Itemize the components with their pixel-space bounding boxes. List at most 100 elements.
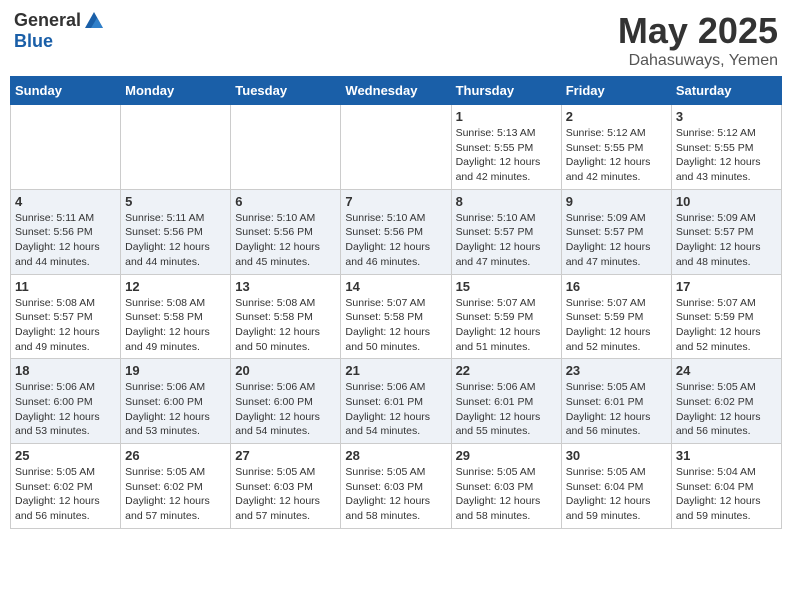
day-info: Sunrise: 5:05 AM Sunset: 6:04 PM Dayligh…	[566, 465, 667, 524]
day-info: Sunrise: 5:09 AM Sunset: 5:57 PM Dayligh…	[676, 211, 777, 270]
calendar-week-4: 18 Sunrise: 5:06 AM Sunset: 6:00 PM Dayli…	[11, 359, 782, 444]
day-info: Sunrise: 5:05 AM Sunset: 6:03 PM Dayligh…	[345, 465, 446, 524]
month-year: May 2025	[618, 10, 778, 52]
weekday-header-wednesday: Wednesday	[341, 77, 451, 105]
calendar-cell: 7 Sunrise: 5:10 AM Sunset: 5:56 PM Daylig…	[341, 189, 451, 274]
page-header: General Blue May 2025 Dahasuways, Yemen	[10, 10, 782, 70]
calendar-cell: 9Sunrise: 5:09 AM Sunset: 5:57 PM Daylig…	[561, 189, 671, 274]
calendar-cell: 26 Sunrise: 5:05 AM Sunset: 6:02 PM Dayli…	[121, 444, 231, 529]
day-number: 31	[676, 448, 777, 463]
day-number: 23	[566, 363, 667, 378]
logo: General Blue	[14, 10, 105, 52]
calendar-cell: 20Sunrise: 5:06 AM Sunset: 6:00 PM Dayli…	[231, 359, 341, 444]
day-info: Sunrise: 5:05 AM Sunset: 6:02 PM Dayligh…	[125, 465, 226, 524]
day-info: Sunrise: 5:12 AM Sunset: 5:55 PM Dayligh…	[676, 126, 777, 185]
calendar-cell: 6 Sunrise: 5:10 AM Sunset: 5:56 PM Daylig…	[231, 189, 341, 274]
calendar-cell: 4Sunrise: 5:11 AM Sunset: 5:56 PM Daylig…	[11, 189, 121, 274]
day-number: 5	[125, 194, 226, 209]
day-number: 26	[125, 448, 226, 463]
day-info: Sunrise: 5:06 AM Sunset: 6:00 PM Dayligh…	[15, 380, 116, 439]
weekday-header-tuesday: Tuesday	[231, 77, 341, 105]
day-number: 16	[566, 279, 667, 294]
title-section: May 2025 Dahasuways, Yemen	[618, 10, 778, 70]
day-number: 6	[235, 194, 336, 209]
day-info: Sunrise: 5:08 AM Sunset: 5:58 PM Dayligh…	[125, 296, 226, 355]
day-number: 29	[456, 448, 557, 463]
calendar-cell	[121, 105, 231, 190]
calendar-cell: 16 Sunrise: 5:07 AM Sunset: 5:59 PM Dayli…	[561, 274, 671, 359]
day-number: 2	[566, 109, 667, 124]
calendar-cell: 2 Sunrise: 5:12 AM Sunset: 5:55 PM Daylig…	[561, 105, 671, 190]
logo-icon	[83, 10, 105, 32]
day-info: Sunrise: 5:05 AM Sunset: 6:03 PM Dayligh…	[235, 465, 336, 524]
calendar-cell: 31 Sunrise: 5:04 AM Sunset: 6:04 PM Dayli…	[671, 444, 781, 529]
calendar-cell: 3Sunrise: 5:12 AM Sunset: 5:55 PM Daylig…	[671, 105, 781, 190]
day-number: 27	[235, 448, 336, 463]
day-number: 15	[456, 279, 557, 294]
day-info: Sunrise: 5:05 AM Sunset: 6:01 PM Dayligh…	[566, 380, 667, 439]
calendar-cell: 13 Sunrise: 5:08 AM Sunset: 5:58 PM Dayli…	[231, 274, 341, 359]
calendar-week-5: 25 Sunrise: 5:05 AM Sunset: 6:02 PM Dayli…	[11, 444, 782, 529]
day-number: 19	[125, 363, 226, 378]
day-number: 1	[456, 109, 557, 124]
day-info: Sunrise: 5:10 AM Sunset: 5:56 PM Dayligh…	[235, 211, 336, 270]
day-info: Sunrise: 5:07 AM Sunset: 5:58 PM Dayligh…	[345, 296, 446, 355]
day-number: 8	[456, 194, 557, 209]
day-info: Sunrise: 5:06 AM Sunset: 6:00 PM Dayligh…	[125, 380, 226, 439]
calendar-cell: 15 Sunrise: 5:07 AM Sunset: 5:59 PM Dayli…	[451, 274, 561, 359]
weekday-header-monday: Monday	[121, 77, 231, 105]
calendar-table: SundayMondayTuesdayWednesdayThursdayFrid…	[10, 76, 782, 529]
calendar-cell: 19 Sunrise: 5:06 AM Sunset: 6:00 PM Dayli…	[121, 359, 231, 444]
day-number: 30	[566, 448, 667, 463]
day-info: Sunrise: 5:07 AM Sunset: 5:59 PM Dayligh…	[676, 296, 777, 355]
day-number: 10	[676, 194, 777, 209]
weekday-header-row: SundayMondayTuesdayWednesdayThursdayFrid…	[11, 77, 782, 105]
day-number: 18	[15, 363, 116, 378]
calendar-cell: 25 Sunrise: 5:05 AM Sunset: 6:02 PM Dayli…	[11, 444, 121, 529]
calendar-week-3: 11Sunrise: 5:08 AM Sunset: 5:57 PM Dayli…	[11, 274, 782, 359]
weekday-header-sunday: Sunday	[11, 77, 121, 105]
location: Dahasuways, Yemen	[618, 52, 778, 70]
day-number: 13	[235, 279, 336, 294]
calendar-cell: 17 Sunrise: 5:07 AM Sunset: 5:59 PM Dayli…	[671, 274, 781, 359]
calendar-cell	[231, 105, 341, 190]
calendar-cell: 18 Sunrise: 5:06 AM Sunset: 6:00 PM Dayli…	[11, 359, 121, 444]
day-info: Sunrise: 5:05 AM Sunset: 6:03 PM Dayligh…	[456, 465, 557, 524]
day-info: Sunrise: 5:06 AM Sunset: 6:01 PM Dayligh…	[456, 380, 557, 439]
calendar-week-2: 4 Sunrise: 5:11 AM Sunset: 5:56 PM Daylig…	[11, 189, 782, 274]
day-number: 25	[15, 448, 116, 463]
day-number: 21	[345, 363, 446, 378]
day-info: Sunrise: 5:04 AM Sunset: 6:04 PM Dayligh…	[676, 465, 777, 524]
day-number: 4	[15, 194, 116, 209]
weekday-header-thursday: Thursday	[451, 77, 561, 105]
logo-blue: Blue	[14, 32, 105, 52]
calendar-cell	[11, 105, 121, 190]
weekday-header-friday: Friday	[561, 77, 671, 105]
day-info: Sunrise: 5:05 AM Sunset: 6:02 PM Dayligh…	[676, 380, 777, 439]
calendar-cell: 21 Sunrise: 5:06 AM Sunset: 6:01 PM Dayli…	[341, 359, 451, 444]
day-info: Sunrise: 5:06 AM Sunset: 6:01 PM Dayligh…	[345, 380, 446, 439]
calendar-cell: 30 Sunrise: 5:05 AM Sunset: 6:04 PM Dayli…	[561, 444, 671, 529]
day-number: 20	[235, 363, 336, 378]
day-info: Sunrise: 5:11 AM Sunset: 5:56 PM Dayligh…	[125, 211, 226, 270]
day-info: Sunrise: 5:08 AM Sunset: 5:58 PM Dayligh…	[235, 296, 336, 355]
logo-general: General	[14, 10, 105, 32]
calendar-cell: 29 Sunrise: 5:05 AM Sunset: 6:03 PM Dayli…	[451, 444, 561, 529]
day-number: 7	[345, 194, 446, 209]
day-info: Sunrise: 5:05 AM Sunset: 6:02 PM Dayligh…	[15, 465, 116, 524]
day-number: 12	[125, 279, 226, 294]
day-number: 17	[676, 279, 777, 294]
calendar-cell: 10 Sunrise: 5:09 AM Sunset: 5:57 PM Dayli…	[671, 189, 781, 274]
day-info: Sunrise: 5:12 AM Sunset: 5:55 PM Dayligh…	[566, 126, 667, 185]
day-info: Sunrise: 5:07 AM Sunset: 5:59 PM Dayligh…	[566, 296, 667, 355]
day-info: Sunrise: 5:09 AM Sunset: 5:57 PM Dayligh…	[566, 211, 667, 270]
day-info: Sunrise: 5:07 AM Sunset: 5:59 PM Dayligh…	[456, 296, 557, 355]
day-info: Sunrise: 5:10 AM Sunset: 5:56 PM Dayligh…	[345, 211, 446, 270]
day-number: 11	[15, 279, 116, 294]
calendar-cell: 28Sunrise: 5:05 AM Sunset: 6:03 PM Dayli…	[341, 444, 451, 529]
day-number: 24	[676, 363, 777, 378]
calendar-week-1: 1Sunrise: 5:13 AM Sunset: 5:55 PM Daylig…	[11, 105, 782, 190]
calendar-cell: 24 Sunrise: 5:05 AM Sunset: 6:02 PM Dayli…	[671, 359, 781, 444]
calendar-cell: 5 Sunrise: 5:11 AM Sunset: 5:56 PM Daylig…	[121, 189, 231, 274]
day-number: 22	[456, 363, 557, 378]
